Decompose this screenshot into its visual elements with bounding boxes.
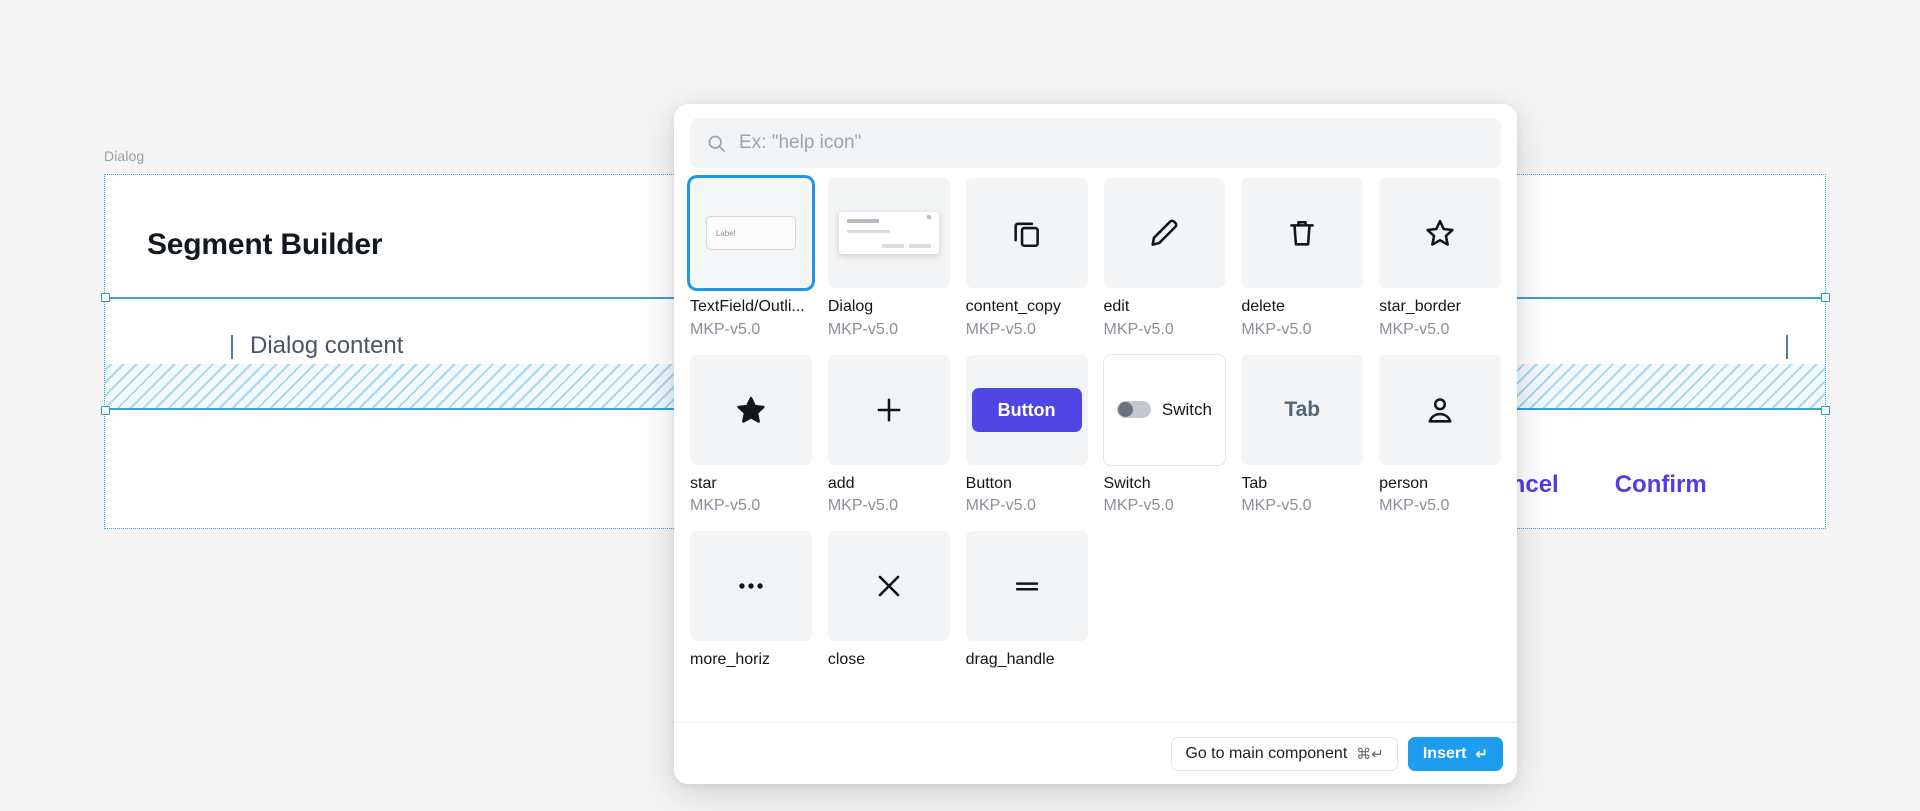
component-item[interactable]: more_horiz [690, 531, 812, 673]
component-thumbnail[interactable] [827, 178, 950, 288]
picker-footer: Go to main component ⌘↵ Insert ↵ [674, 722, 1517, 784]
component-item-name: close [827, 651, 866, 669]
component-item-library: MKP-v5.0 [827, 497, 899, 515]
component-thumbnail[interactable] [965, 531, 1088, 642]
component-item-name: more_horiz [690, 651, 771, 669]
component-thumbnail[interactable]: Label [690, 178, 812, 288]
component-item-name: TextField/Outli... [690, 298, 805, 315]
component-item[interactable]: Switch Switch MKP-v5.0 [1103, 354, 1226, 518]
dialog-thumb [838, 212, 939, 254]
switch-thumb: Switch [1116, 399, 1212, 420]
component-thumbnail[interactable] [1379, 354, 1501, 465]
dialog-action-bar: Cancel Confirm [1480, 455, 1825, 515]
component-item[interactable]: close [827, 531, 950, 673]
switch-knob [1117, 402, 1133, 418]
go-to-main-component-shortcut: ⌘↵ [1356, 745, 1384, 763]
component-item-name: delete [1241, 298, 1285, 315]
component-item-name: Tab [1241, 474, 1268, 492]
component-thumbnail[interactable] [1241, 178, 1364, 288]
component-item-name: star [690, 474, 717, 492]
component-item-name: person [1379, 474, 1429, 492]
component-item-name: drag_handle [965, 651, 1055, 669]
component-thumbnail[interactable] [827, 354, 950, 465]
component-item-name: Switch [1103, 474, 1151, 492]
component-item-library: MKP-v5.0 [827, 320, 899, 338]
component-item-library: MKP-v5.0 [965, 320, 1036, 338]
component-thumbnail[interactable]: Tab [1241, 354, 1364, 465]
component-item[interactable]: Dialog MKP-v5.0 [827, 178, 950, 341]
component-item-name: add [827, 474, 855, 492]
component-item-library: MKP-v5.0 [1103, 497, 1174, 515]
component-item[interactable]: delete MKP-v5.0 [1241, 178, 1364, 341]
button-thumb: Button [971, 387, 1082, 432]
component-thumbnail[interactable] [965, 178, 1088, 288]
component-thumbnail[interactable] [827, 531, 950, 642]
component-item-library: MKP-v5.0 [1241, 497, 1312, 515]
search-section [674, 104, 1517, 174]
go-to-main-component-button[interactable]: Go to main component ⌘↵ [1171, 736, 1398, 771]
search-input[interactable] [739, 132, 1485, 154]
component-item[interactable]: person MKP-v5.0 [1379, 354, 1501, 518]
component-item[interactable]: add MKP-v5.0 [827, 354, 950, 518]
component-thumbnail[interactable] [1379, 178, 1501, 288]
component-item[interactable]: drag_handle [965, 531, 1088, 673]
component-item-library: MKP-v5.0 [1379, 497, 1450, 515]
text-caret-left [231, 335, 233, 359]
component-item-library: MKP-v5.0 [690, 497, 761, 515]
text-caret-right [1786, 335, 1788, 359]
component-item[interactable]: Tab Tab MKP-v5.0 [1241, 354, 1364, 518]
insert-button[interactable]: Insert ↵ [1407, 736, 1503, 771]
component-item[interactable]: content_copy MKP-v5.0 [965, 178, 1088, 341]
component-thumbnail[interactable]: Button [965, 354, 1088, 465]
component-item-name: edit [1103, 298, 1130, 315]
component-item-library: MKP-v5.0 [1241, 320, 1312, 338]
dialog-content-placeholder: Dialog content [250, 332, 404, 359]
insert-label: Insert [1422, 744, 1467, 762]
component-item[interactable]: Button Button MKP-v5.0 [965, 354, 1088, 518]
selection-handle-bottom-right[interactable] [1821, 406, 1830, 415]
frame-label: Dialog [104, 148, 145, 164]
component-item-name: Button [965, 474, 1012, 492]
confirm-button[interactable]: Confirm [1615, 471, 1707, 499]
page-title: Segment Builder [147, 228, 383, 261]
component-item[interactable]: edit MKP-v5.0 [1103, 178, 1226, 341]
component-thumbnail[interactable]: Switch [1103, 354, 1226, 465]
component-grid: Label TextField/Outli... MKP-v5.0 Dialog MKP… [690, 174, 1501, 673]
component-item-name: Dialog [827, 298, 874, 315]
component-thumbnail[interactable] [690, 354, 812, 465]
component-thumbnail[interactable] [690, 531, 812, 642]
component-grid-scroll[interactable]: Label TextField/Outli... MKP-v5.0 Dialog MKP… [674, 174, 1517, 722]
component-item[interactable]: Label TextField/Outli... MKP-v5.0 [690, 178, 812, 341]
textfield-thumb-label: Label [715, 228, 736, 238]
component-item-name: star_border [1379, 298, 1461, 315]
go-to-main-component-label: Go to main component [1185, 744, 1348, 762]
component-item-library: MKP-v5.0 [965, 497, 1036, 515]
selection-handle-bottom-left[interactable] [101, 406, 110, 415]
search-box[interactable] [690, 118, 1501, 168]
component-picker-panel[interactable]: Label TextField/Outli... MKP-v5.0 Dialog MKP… [674, 104, 1517, 784]
textfield-thumb: Label [705, 216, 796, 250]
component-item-name: content_copy [965, 298, 1061, 315]
search-icon [706, 133, 727, 154]
component-item-library: MKP-v5.0 [1379, 320, 1450, 338]
component-item-library: MKP-v5.0 [1103, 320, 1174, 338]
selection-handle-top-left[interactable] [101, 293, 110, 302]
insert-shortcut: ↵ [1475, 745, 1488, 763]
component-item[interactable]: star_border MKP-v5.0 [1379, 178, 1501, 341]
component-item[interactable]: star MKP-v5.0 [690, 354, 812, 518]
switch-thumb-label: Switch [1161, 399, 1212, 419]
component-thumbnail[interactable] [1103, 178, 1226, 288]
tab-thumb: Tab [1284, 397, 1321, 421]
component-item-library: MKP-v5.0 [690, 320, 761, 338]
selection-handle-top-right[interactable] [1821, 293, 1830, 302]
switch-track [1116, 401, 1151, 419]
